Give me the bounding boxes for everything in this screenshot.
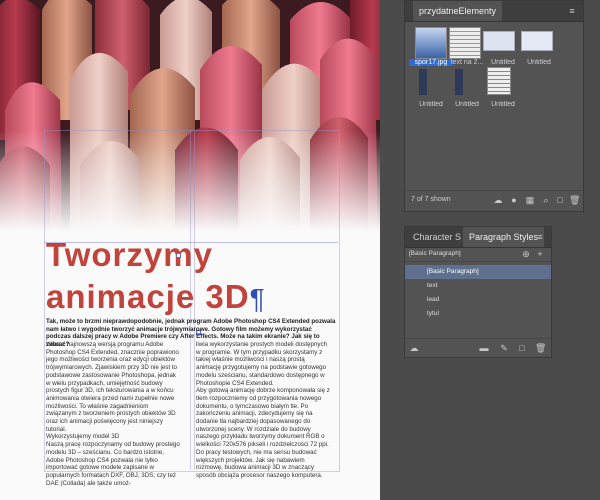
library-panel-tabbar: przydatneElementy ≡ (405, 1, 583, 22)
headline-line-1: Tworzymy (46, 236, 213, 273)
search-icon[interactable]: ⌕ (541, 195, 551, 205)
new-style-icon[interactable]: ⊕ (521, 249, 531, 259)
item-label[interactable]: Untitled (481, 101, 525, 108)
style-item[interactable]: text (405, 279, 551, 293)
body-paragraph: liwia wykorzystanie prostych modeli dost… (196, 341, 328, 387)
thumbnail-item[interactable] (487, 67, 511, 95)
trash-icon[interactable]: 🗑 (569, 195, 580, 205)
thumbnail-item[interactable] (521, 31, 553, 51)
document-page[interactable]: Tworzymy animacje 3D¶ Tak, może to brzmi… (0, 0, 380, 500)
pilcrow-mark: ¶ (249, 283, 266, 314)
info-icon[interactable]: ● (509, 195, 519, 205)
grid-icon[interactable]: ▦ (525, 195, 535, 205)
body-paragraph: Naszą pracę rozpoczynamy od budowy prost… (46, 441, 180, 487)
items-count: 7 of 7 shown (411, 196, 451, 203)
tab-paragraph-styles[interactable]: Paragraph Styles (463, 227, 545, 247)
library-footer: 7 of 7 shown ☁ ● ▦ ⌕ □ 🗑 (405, 190, 583, 211)
tab-character-styles[interactable]: Character S (407, 227, 467, 247)
styles-panel-tabbar: Character S Paragraph Styles ≡ (405, 227, 551, 248)
paragraph-styles-panel[interactable]: Character S Paragraph Styles ≡ [Basic Pa… (404, 226, 552, 358)
menu-icon[interactable]: ≡ (567, 6, 577, 16)
trash-icon[interactable]: 🗑 (535, 343, 546, 353)
current-style-label: [Basic Paragraph] (409, 250, 461, 257)
current-style-bar: [Basic Paragraph] ⊕ + (405, 247, 551, 262)
cloud-icon[interactable]: ☁ (493, 195, 503, 205)
new-item-icon[interactable]: □ (517, 343, 527, 353)
styles-footer: ☁ ▬ ✎ □ 🗑 (405, 338, 551, 357)
thumbnail-item[interactable] (419, 69, 427, 95)
library-panel[interactable]: przydatneElementy ≡ spor17.jpg text na 2… (404, 0, 584, 212)
menu-icon[interactable]: ≡ (535, 232, 545, 242)
body-paragraph: Wraz z najnowszą wersją programu Adobe P… (46, 341, 179, 433)
text-column-left[interactable]: Wraz z najnowszą wersją programu Adobe P… (46, 341, 180, 487)
folder-icon[interactable]: ▬ (479, 343, 489, 353)
style-item[interactable]: tytul (405, 307, 551, 321)
headline-line-2: animacje 3D (46, 278, 250, 315)
frame-handle[interactable] (176, 253, 181, 258)
subheading: Wykorzystujemy model 3D (46, 433, 120, 441)
style-item[interactable]: lead (405, 293, 551, 307)
thumbnail-image[interactable] (415, 27, 447, 59)
text-column-right[interactable]: liwia wykorzystanie prostych modeli dost… (196, 341, 330, 480)
thumbnail-item[interactable] (455, 69, 463, 95)
tab-przydatne-elementy[interactable]: przydatneElementy (413, 1, 503, 21)
headline[interactable]: Tworzymy animacje 3D¶ (46, 234, 266, 320)
thumbnail-text[interactable] (449, 27, 481, 59)
style-item[interactable]: [Basic Paragraph] (405, 265, 551, 279)
clear-overrides-icon[interactable]: ✎ (499, 343, 509, 353)
cloud-icon[interactable]: ☁ (409, 343, 419, 353)
new-style-icon[interactable]: + (535, 249, 545, 259)
thumbnail-item[interactable] (483, 31, 515, 51)
body-paragraph: Aby gotową animację dobrze komponowała s… (196, 387, 330, 479)
new-item-icon[interactable]: □ (555, 195, 565, 205)
item-label[interactable]: Untitled (517, 59, 561, 66)
